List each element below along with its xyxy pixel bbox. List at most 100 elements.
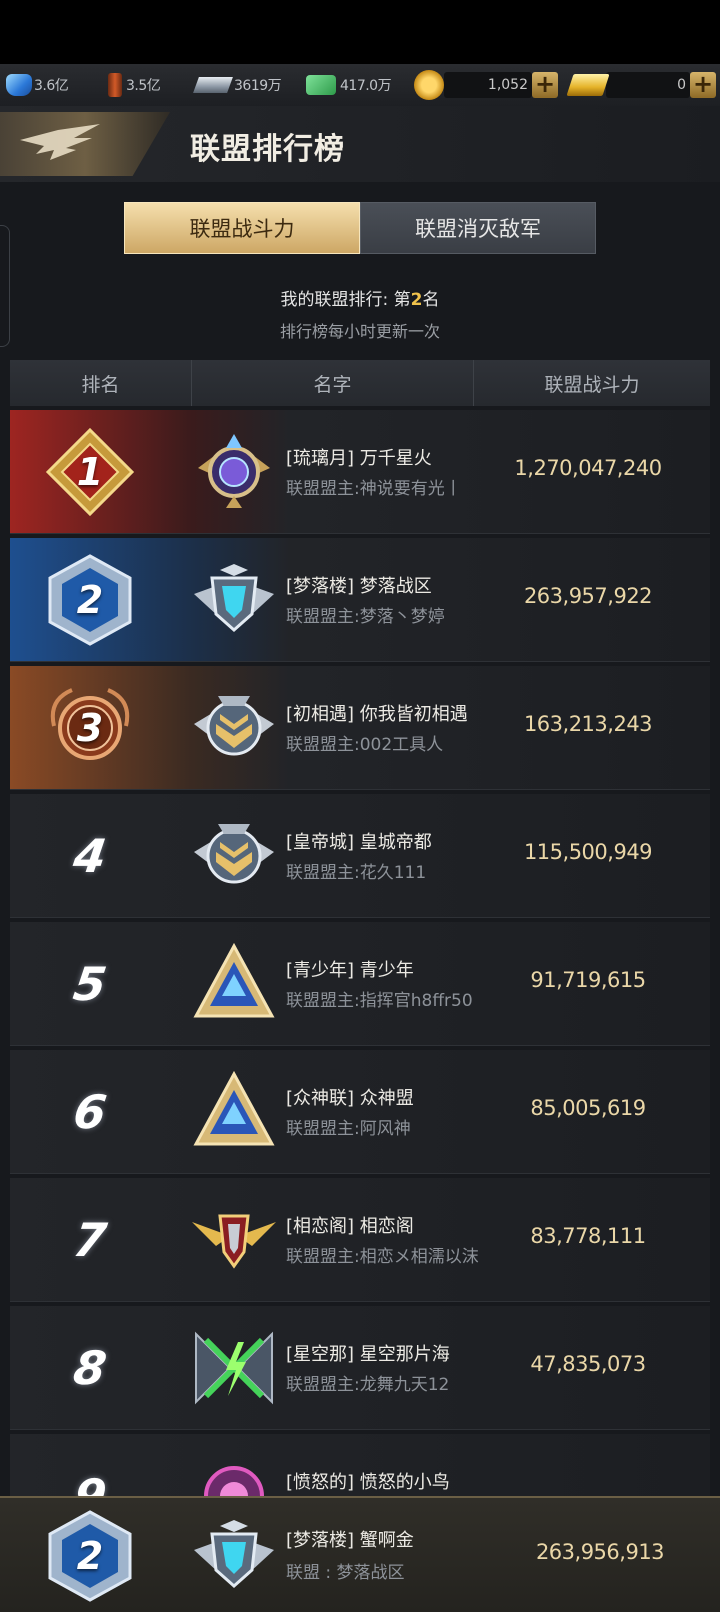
rank-number: 1 [76, 450, 104, 494]
coin-icon [414, 70, 444, 100]
gold-wing-emblem-icon [190, 812, 278, 900]
status-bar [0, 0, 720, 64]
ranking-tabs: 联盟战斗力 联盟消灭敌军 [124, 202, 596, 254]
title-bar: 联盟排行榜 [0, 106, 720, 182]
resource-bar: 3.6亿 3.5亿 3619万 417.0万 1,052 + 0 + [0, 64, 720, 106]
table-row[interactable]: 8 [星空那] 星空那片海 联盟盟主:龙舞九天12 47,835,073 [10, 1306, 710, 1430]
self-alliance-name: 联盟 : 梦落战区 [286, 1563, 405, 1583]
alliance-power: 91,719,615 [530, 968, 646, 992]
my-rank-prefix: 我的联盟排行: 第 [280, 290, 411, 310]
crystal-amount: 3.6亿 [34, 78, 69, 94]
tab-alliance-kills[interactable]: 联盟消灭敌军 [360, 202, 596, 254]
steel-icon [193, 77, 233, 93]
resource-cash[interactable]: 417.0万 [306, 64, 392, 106]
table-row[interactable]: 6 [众神联] 众神盟 联盟盟主:阿风神 85,005,619 [10, 1050, 710, 1174]
table-row[interactable]: 3 [初相遇] 你我皆初相遇 联盟盟主:002工具人 163,213,243 [10, 666, 710, 790]
table-row[interactable]: 9 [愤怒的] 愤怒的小鸟 [10, 1434, 710, 1496]
back-button[interactable] [0, 112, 170, 176]
alliance-leader: 联盟盟主:龙舞九天12 [286, 1375, 450, 1395]
cyan-silver-emblem-icon [190, 1512, 278, 1600]
oil-amount: 3.5亿 [126, 78, 161, 94]
update-note: 排行榜每小时更新一次 [279, 322, 440, 341]
silver-rank-medal-icon: 2 [42, 1508, 138, 1604]
my-alliance-entry[interactable]: 2 [梦落楼] 蟹啊金 联盟 : 梦落战区 263,956,913 [0, 1496, 720, 1612]
alliance-name: [青少年] 青少年 [286, 960, 414, 981]
rank-number: 2 [76, 1534, 104, 1578]
gold-wing-emblem-icon [190, 684, 278, 772]
alliance-power: 163,213,243 [523, 712, 653, 736]
alliance-power: 115,500,949 [523, 840, 653, 864]
blue-triangle-emblem-icon [190, 940, 278, 1028]
alliance-leader: 联盟盟主:002工具人 [286, 735, 444, 755]
alliance-leader: 联盟盟主:指挥官h8ffr50 [286, 991, 473, 1011]
page-title: 联盟排行榜 [190, 132, 345, 167]
alliance-power: 83,778,111 [530, 1224, 646, 1248]
bronze-rank-medal-icon: 3 [42, 680, 138, 776]
ranking-list[interactable]: 1 [琉璃月] 万千星火 联盟盟主:神说要有光丨 1,270,047,240 2… [10, 410, 710, 1496]
coin-amount: 1,052 [444, 72, 532, 98]
alliance-power: 47,835,073 [530, 1352, 646, 1376]
rank-number: 4 [70, 829, 110, 883]
rank-number: 2 [76, 578, 104, 622]
resource-coins: 1,052 + [414, 64, 558, 106]
rank-number: 7 [70, 1213, 110, 1267]
alliance-power: 85,005,619 [530, 1096, 646, 1120]
gold-amount: 0 [606, 72, 690, 98]
rank-number: 3 [76, 706, 104, 750]
alliance-name: [梦落楼] 梦落战区 [286, 576, 432, 597]
resource-oil[interactable]: 3.5亿 [108, 64, 161, 106]
rank-number: 5 [70, 957, 110, 1011]
add-coins-button[interactable]: + [532, 72, 558, 98]
alliance-leader: 联盟盟主:阿风神 [286, 1119, 411, 1139]
cash-icon [306, 75, 336, 95]
blue-triangle-emblem-icon [190, 1068, 278, 1156]
purple-gold-emblem-icon [190, 428, 278, 516]
resource-steel[interactable]: 3619万 [193, 64, 282, 106]
red-gold-wing-emblem-icon [190, 1196, 278, 1284]
resource-gold: 0 + [566, 64, 716, 106]
my-rank-suffix: 名 [422, 290, 440, 310]
header-power: 联盟战斗力 [544, 373, 640, 396]
cyan-silver-emblem-icon [190, 556, 278, 644]
alliance-power: 1,270,047,240 [514, 456, 662, 480]
header-rank: 排名 [10, 360, 192, 406]
alliance-name: [众神联] 众神盟 [286, 1088, 414, 1109]
rank-number: 9 [70, 1469, 110, 1496]
alliance-power: 263,957,922 [523, 584, 653, 608]
resource-crystal[interactable]: 3.6亿 [6, 64, 69, 106]
table-row[interactable]: 7 [相恋阁] 相恋阁 联盟盟主:相恋メ相濡以沫 83,778,111 [10, 1178, 710, 1302]
steel-amount: 3619万 [234, 78, 282, 94]
add-gold-button[interactable]: + [690, 72, 716, 98]
header-name: 名字 [192, 360, 474, 406]
gold-rank-medal-icon: 1 [42, 424, 138, 520]
alliance-leader: 联盟盟主:相恋メ相濡以沫 [286, 1247, 479, 1267]
table-row[interactable]: 2 [梦落楼] 梦落战区 联盟盟主:梦落丶梦婷 263,957,922 [10, 538, 710, 662]
alliance-name: [星空那] 星空那片海 [286, 1344, 450, 1365]
pink-emblem-icon [190, 1452, 278, 1496]
alliance-name: [初相遇] 你我皆初相遇 [286, 704, 468, 725]
alliance-name: [琉璃月] 万千星火 [286, 448, 432, 469]
alliance-leader: 联盟盟主:花久111 [286, 863, 427, 883]
oil-barrel-icon [108, 73, 122, 97]
alliance-leader: 联盟盟主:神说要有光丨 [286, 479, 462, 499]
self-player-name: [梦落楼] 蟹啊金 [286, 1530, 414, 1551]
cash-amount: 417.0万 [340, 78, 392, 94]
crystal-icon [6, 74, 32, 96]
alliance-name: [皇帝城] 皇城帝都 [286, 832, 432, 853]
rank-number: 8 [70, 1341, 110, 1395]
table-row[interactable]: 5 [青少年] 青少年 联盟盟主:指挥官h8ffr50 91,719,615 [10, 922, 710, 1046]
rank-number: 6 [70, 1085, 110, 1139]
table-header: 排名 名字 联盟战斗力 [10, 360, 710, 406]
table-row[interactable]: 1 [琉璃月] 万千星火 联盟盟主:神说要有光丨 1,270,047,240 [10, 410, 710, 534]
self-power: 263,956,913 [535, 1540, 665, 1564]
alliance-name: [愤怒的] 愤怒的小鸟 [286, 1472, 450, 1493]
alliance-leader: 联盟盟主:梦落丶梦婷 [286, 607, 445, 627]
tab-alliance-power[interactable]: 联盟战斗力 [124, 202, 360, 254]
my-rank-value: 2 [410, 290, 423, 310]
gold-bar-icon [566, 74, 610, 96]
my-alliance-rank: 我的联盟排行: 第2名 [0, 285, 720, 310]
table-row[interactable]: 4 [皇帝城] 皇城帝都 联盟盟主:花久111 115,500,949 [10, 794, 710, 918]
eagle-icon [20, 124, 100, 160]
alliance-name: [相恋阁] 相恋阁 [286, 1216, 414, 1237]
green-lightning-emblem-icon [190, 1324, 278, 1412]
